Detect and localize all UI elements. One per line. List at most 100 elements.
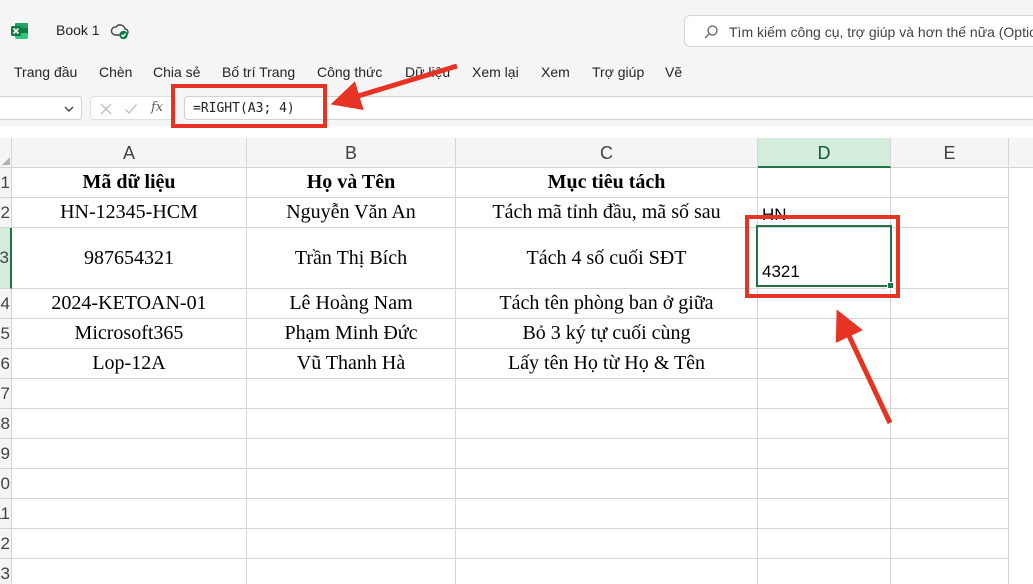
empty-cell[interactable]: [247, 559, 456, 584]
empty-cell[interactable]: [891, 499, 1009, 529]
empty-cell[interactable]: [247, 409, 456, 439]
cell-b3[interactable]: Trần Thị Bích: [247, 228, 456, 289]
empty-cell[interactable]: [758, 529, 891, 559]
column-header-b[interactable]: B: [247, 138, 456, 168]
cell-c3[interactable]: Tách 4 số cuối SĐT: [456, 228, 758, 289]
search-box[interactable]: Tìm kiếm công cụ, trợ giúp và hơn thế nữ…: [684, 15, 1033, 47]
row-header-7[interactable]: 7: [0, 379, 12, 409]
tab-insert[interactable]: Chèn: [99, 64, 132, 80]
tab-help[interactable]: Trợ giúp: [592, 64, 644, 80]
cell-d1[interactable]: [758, 168, 891, 198]
empty-cell[interactable]: [247, 499, 456, 529]
row-header-10[interactable]: 10: [0, 469, 12, 499]
column-header-a[interactable]: A: [12, 138, 247, 168]
cell-a3[interactable]: 987654321: [12, 228, 247, 289]
empty-cell[interactable]: [12, 559, 247, 584]
cell-e1[interactable]: [891, 168, 1009, 198]
row-header-4[interactable]: 4: [0, 289, 12, 319]
cell-c2[interactable]: Tách mã tỉnh đầu, mã số sau: [456, 198, 758, 228]
cell-d6[interactable]: [758, 349, 891, 379]
empty-cell[interactable]: [247, 379, 456, 409]
workbook-title[interactable]: Book 1: [56, 22, 100, 38]
tab-share[interactable]: Chia sẻ: [153, 64, 200, 80]
row-header-11[interactable]: 11: [0, 499, 12, 529]
row-header-2[interactable]: 2: [0, 198, 12, 228]
cell-a1[interactable]: Mã dữ liệu: [12, 168, 247, 198]
cell-c5[interactable]: Bỏ 3 ký tự cuối cùng: [456, 319, 758, 349]
empty-cell[interactable]: [758, 439, 891, 469]
insert-function-icon[interactable]: fx: [151, 100, 163, 115]
empty-cell[interactable]: [12, 439, 247, 469]
empty-cell[interactable]: [12, 499, 247, 529]
cell-a5[interactable]: Microsoft365: [12, 319, 247, 349]
empty-cell[interactable]: [891, 529, 1009, 559]
cell-d5[interactable]: [758, 319, 891, 349]
row-header-12[interactable]: 12: [0, 529, 12, 559]
chevron-down-icon[interactable]: [63, 103, 75, 115]
tab-review[interactable]: Xem lại: [472, 64, 519, 80]
empty-cell[interactable]: [456, 559, 758, 584]
tab-page-layout[interactable]: Bố trí Trang: [222, 64, 295, 80]
row-header-3[interactable]: 3: [0, 228, 12, 289]
row-header-6[interactable]: 6: [0, 349, 12, 379]
empty-cell[interactable]: [891, 469, 1009, 499]
cell-a2[interactable]: HN-12345-HCM: [12, 198, 247, 228]
cloud-saved-icon[interactable]: [110, 21, 130, 41]
empty-cell[interactable]: [891, 439, 1009, 469]
cell-c1[interactable]: Mục tiêu tách: [456, 168, 758, 198]
empty-cell[interactable]: [12, 379, 247, 409]
empty-cell[interactable]: [891, 409, 1009, 439]
empty-cell[interactable]: [12, 469, 247, 499]
tab-formulas[interactable]: Công thức: [317, 64, 382, 80]
select-all-button[interactable]: [0, 138, 12, 168]
cell-c6[interactable]: Lấy tên Họ từ Họ & Tên: [456, 349, 758, 379]
row-header-8[interactable]: 8: [0, 409, 12, 439]
column-header-c[interactable]: C: [456, 138, 758, 168]
cell-b6[interactable]: Vũ Thanh Hà: [247, 349, 456, 379]
tab-data[interactable]: Dữ liệu: [405, 64, 450, 80]
empty-cell[interactable]: [758, 499, 891, 529]
empty-cell[interactable]: [758, 469, 891, 499]
row-header-1[interactable]: 1: [0, 168, 12, 198]
cell-b2[interactable]: Nguyễn Văn An: [247, 198, 456, 228]
empty-cell[interactable]: [456, 469, 758, 499]
empty-cell[interactable]: [456, 409, 758, 439]
empty-cell[interactable]: [12, 409, 247, 439]
cell-e5[interactable]: [891, 319, 1009, 349]
empty-cell[interactable]: [456, 379, 758, 409]
cell-e6[interactable]: [891, 349, 1009, 379]
empty-cell[interactable]: [456, 529, 758, 559]
empty-cell[interactable]: [758, 379, 891, 409]
empty-cell[interactable]: [891, 559, 1009, 584]
name-box[interactable]: [0, 96, 82, 120]
column-header-d[interactable]: D: [758, 138, 891, 168]
empty-cell[interactable]: [247, 469, 456, 499]
row-header-13[interactable]: 13: [0, 559, 12, 584]
tab-home[interactable]: Trang đầu: [14, 64, 77, 80]
column-header-e[interactable]: E: [891, 138, 1009, 168]
cell-e2[interactable]: [891, 198, 1009, 228]
row-header-5[interactable]: 5: [0, 319, 12, 349]
cell-b5[interactable]: Phạm Minh Đức: [247, 319, 456, 349]
empty-cell[interactable]: [456, 439, 758, 469]
empty-cell[interactable]: [758, 409, 891, 439]
cell-b1[interactable]: Họ và Tên: [247, 168, 456, 198]
cell-c4[interactable]: Tách tên phòng ban ở giữa: [456, 289, 758, 319]
cell-e3[interactable]: [891, 228, 1009, 289]
tab-draw[interactable]: Vẽ: [665, 64, 682, 80]
empty-cell[interactable]: [758, 559, 891, 584]
row-header-9[interactable]: 9: [0, 439, 12, 469]
x-icon[interactable]: [99, 102, 113, 116]
empty-cell[interactable]: [456, 499, 758, 529]
empty-cell[interactable]: [12, 529, 247, 559]
column-header-f[interactable]: [1009, 138, 1033, 168]
empty-cell[interactable]: [891, 379, 1009, 409]
cell-e4[interactable]: [891, 289, 1009, 319]
excel-app-icon[interactable]: [10, 21, 30, 41]
cell-a6[interactable]: Lop-12A: [12, 349, 247, 379]
tab-view[interactable]: Xem: [541, 64, 570, 80]
cell-b4[interactable]: Lê Hoàng Nam: [247, 289, 456, 319]
cell-a4[interactable]: 2024-KETOAN-01: [12, 289, 247, 319]
empty-cell[interactable]: [247, 439, 456, 469]
empty-cell[interactable]: [247, 529, 456, 559]
